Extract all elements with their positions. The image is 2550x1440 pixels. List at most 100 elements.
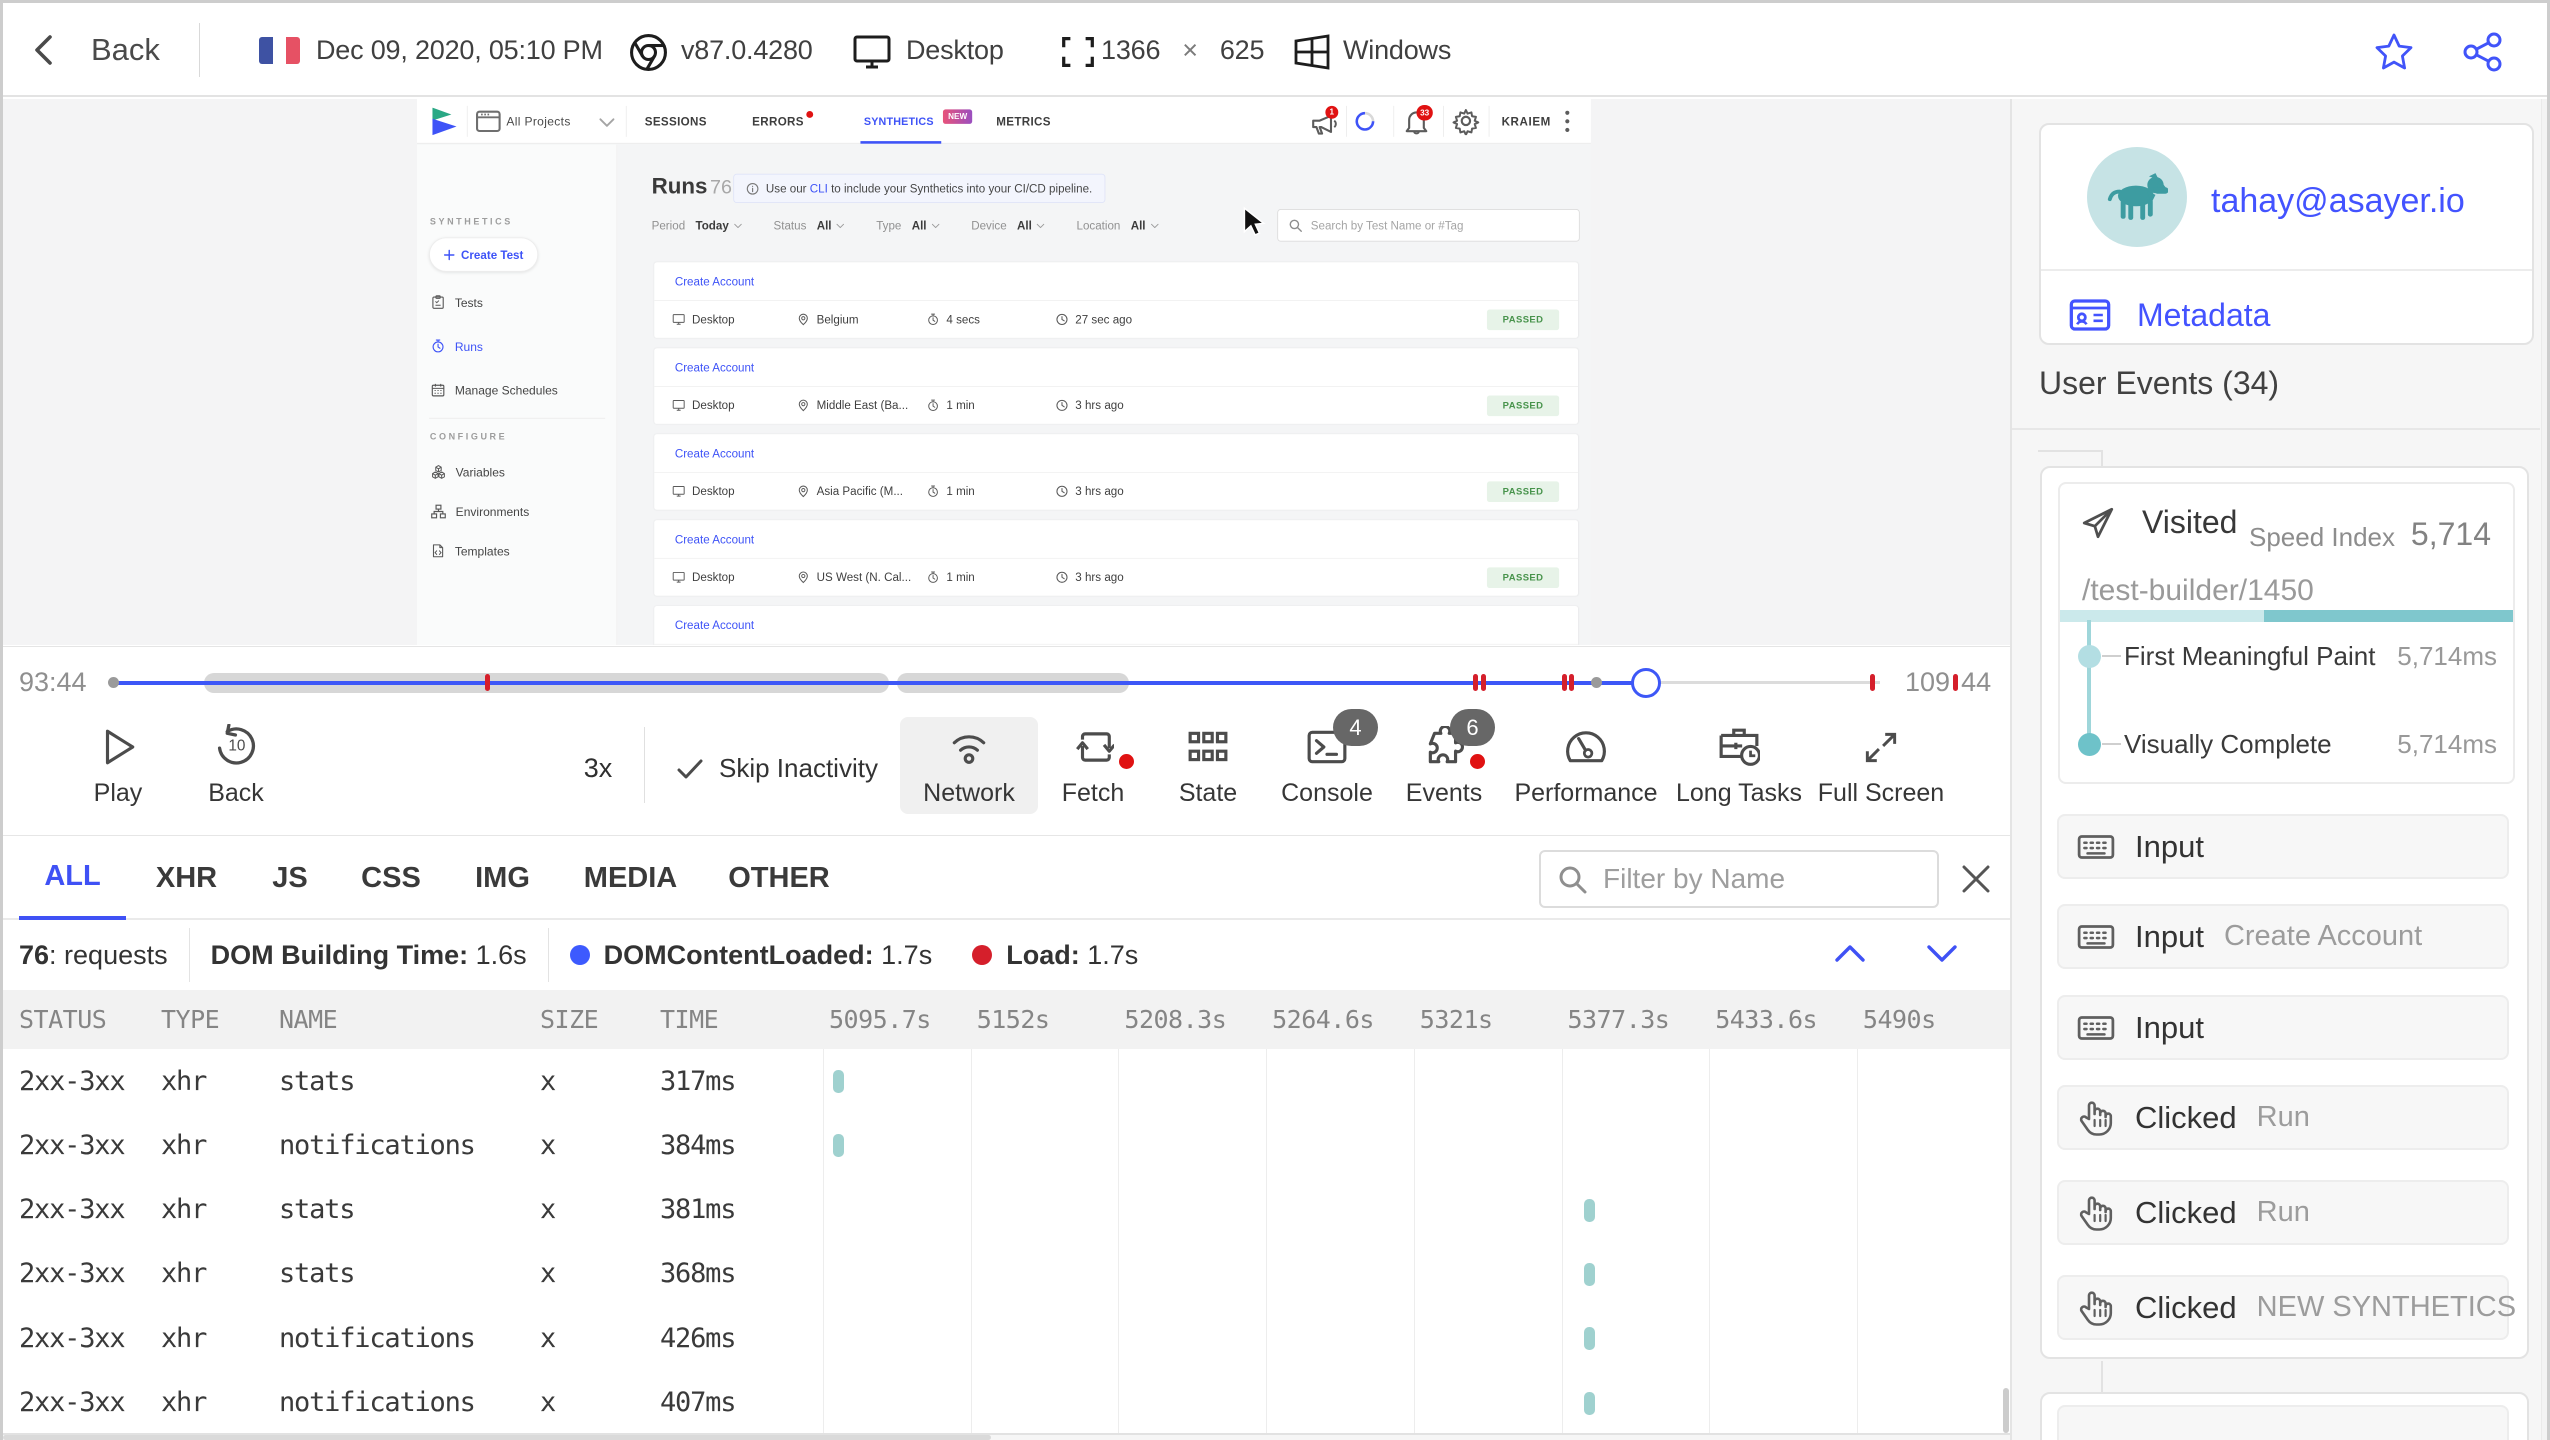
- project-selector[interactable]: All Projects: [506, 99, 570, 144]
- network-request-row[interactable]: 2xx-3xx xhr stats x 317ms: [3, 1049, 2010, 1113]
- run-card[interactable]: Create Account Desktop Belgium 4 secs 27 sec…: [654, 262, 1579, 338]
- settings-gear-icon[interactable]: [1452, 107, 1480, 136]
- network-request-row[interactable]: 2xx-3xx xhr notifications x 384ms: [3, 1113, 2010, 1177]
- network-tab-other[interactable]: OTHER: [728, 836, 830, 920]
- column-header-type[interactable]: TYPE: [161, 990, 220, 1049]
- panel-button-full-screen[interactable]: Full Screen: [1784, 721, 1978, 808]
- event-row-input[interactable]: Input: [2057, 814, 2509, 879]
- waterfall-bar[interactable]: [1584, 1262, 1596, 1286]
- waterfall-bar[interactable]: [832, 1134, 844, 1158]
- run-name-link[interactable]: Create Account: [675, 262, 754, 300]
- run-name-link[interactable]: Create Account: [675, 606, 754, 644]
- back-button[interactable]: Back: [27, 3, 160, 97]
- network-request-row[interactable]: 2xx-3xx xhr stats x 381ms: [3, 1178, 2010, 1242]
- filter-device[interactable]: Device All: [971, 219, 1045, 232]
- run-card[interactable]: Create Account Desktop US West (N. Cal... 1…: [654, 520, 1579, 596]
- run-card[interactable]: Create Account Desktop Asia Pacific (M... 1…: [654, 434, 1579, 510]
- filter-status[interactable]: Status All: [773, 219, 845, 232]
- network-request-row[interactable]: 2xx-3xx xhr stats x 368ms: [3, 1242, 2010, 1306]
- run-name-link[interactable]: Create Account: [675, 348, 754, 386]
- panel-button-events[interactable]: 6 Events: [1382, 709, 1506, 808]
- dom-building-time: DOM Building Time: 1.6s: [210, 939, 527, 970]
- timeline-track[interactable]: [107, 647, 1880, 719]
- back-label: Back: [91, 32, 160, 67]
- share-icon[interactable]: [2463, 32, 2503, 72]
- filter-type[interactable]: Type All: [876, 219, 940, 232]
- event-marker[interactable]: [1561, 674, 1567, 691]
- sidebar-item-tests[interactable]: Tests: [431, 295, 483, 310]
- run-name-link[interactable]: Create Account: [675, 434, 754, 472]
- sidebar-item-runs[interactable]: Runs: [431, 339, 483, 354]
- column-header-time[interactable]: TIME: [660, 990, 719, 1049]
- column-header-status[interactable]: STATUS: [19, 990, 107, 1049]
- network-filter-input[interactable]: Filter by Name: [1539, 850, 1939, 908]
- horizontal-scrollbar[interactable]: [3, 1435, 991, 1440]
- run-name-link[interactable]: Create Account: [675, 520, 754, 558]
- run-card[interactable]: Create AccountDesktop Canada (Central) 1 m…: [654, 606, 1579, 645]
- visited-event-card[interactable]: Visited Speed Index 5,714 /test-builder/…: [2058, 482, 2515, 784]
- sidebar-item-templates[interactable]: Templates: [431, 543, 510, 558]
- sidebar-item-environments[interactable]: Environments: [431, 504, 529, 519]
- events-group-card: Visited Speed Index 5,714 /test-builder/…: [2040, 466, 2529, 1359]
- user-menu[interactable]: KRAIEM: [1502, 99, 1551, 144]
- nav-errors[interactable]: ERRORS: [752, 99, 804, 144]
- panel-button-console[interactable]: 4 Console: [1258, 709, 1396, 808]
- nav-synthetics[interactable]: SYNTHETICS: [864, 99, 934, 144]
- network-request-row[interactable]: 2xx-3xx xhr notifications x 426ms: [3, 1306, 2010, 1370]
- timeline-handle[interactable]: [1631, 668, 1662, 698]
- vertical-scrollbar[interactable]: [2003, 1388, 2009, 1433]
- partial-event-row[interactable]: [2057, 1405, 2509, 1440]
- run-status-badge: PASSED: [1486, 395, 1560, 417]
- event-marker[interactable]: [1480, 674, 1486, 691]
- event-row-clicked[interactable]: Clicked NEW SYNTHETICS: [2057, 1275, 2516, 1340]
- waterfall-bar[interactable]: [832, 1070, 844, 1093]
- runs-search[interactable]: Search by Test Name or #Tag: [1277, 209, 1580, 242]
- column-header-name[interactable]: NAME: [279, 990, 338, 1049]
- event-row-input[interactable]: Input: [2057, 995, 2509, 1060]
- event-marker[interactable]: [1568, 674, 1574, 691]
- event-marker[interactable]: [1472, 674, 1478, 691]
- panel-button-network[interactable]: Network: [900, 717, 1038, 814]
- sidebar-item-schedules[interactable]: Manage Schedules: [431, 383, 558, 398]
- metadata-button[interactable]: Metadata: [2065, 285, 2270, 345]
- network-tab-xhr[interactable]: XHR: [149, 836, 224, 920]
- filter-placeholder: Filter by Name: [1603, 863, 1786, 894]
- panel-button-fetch[interactable]: Fetch: [1038, 721, 1148, 808]
- filter-location[interactable]: Location All: [1077, 219, 1160, 232]
- create-test-button[interactable]: Create Test: [429, 237, 539, 272]
- filter-period[interactable]: Period Today: [652, 219, 743, 232]
- event-row-clicked[interactable]: Clicked Run: [2057, 1180, 2509, 1245]
- collapse-up-icon[interactable]: [1832, 938, 1868, 969]
- nav-metrics[interactable]: METRICS: [996, 99, 1051, 144]
- panel-button-state[interactable]: State: [1153, 721, 1263, 808]
- cli-link[interactable]: CLI: [810, 182, 828, 195]
- nav-sessions[interactable]: SESSIONS: [645, 99, 707, 144]
- network-tab-media[interactable]: MEDIA: [584, 836, 677, 920]
- run-card[interactable]: Create Account Desktop Middle East (Ba... 1…: [654, 348, 1579, 424]
- event-marker[interactable]: [1870, 674, 1876, 691]
- expand-down-icon[interactable]: [1924, 938, 1960, 969]
- close-panel-icon[interactable]: [1959, 862, 1993, 896]
- more-menu-icon[interactable]: [1563, 109, 1571, 133]
- network-tab-js[interactable]: JS: [265, 836, 315, 920]
- back-10s-button[interactable]: Back: [195, 721, 277, 808]
- play-button[interactable]: Play: [79, 721, 157, 808]
- speed-button[interactable]: 3x: [573, 721, 623, 816]
- skip-inactivity-toggle[interactable]: Skip Inactivity: [675, 721, 878, 816]
- sidebar-item-variables[interactable]: Variables: [431, 464, 505, 479]
- network-tab-all[interactable]: ALL: [19, 836, 126, 920]
- network-request-row[interactable]: 2xx-3xx xhr notifications x 407ms: [3, 1371, 2010, 1435]
- favorite-star-icon[interactable]: [2374, 32, 2414, 72]
- event-marker[interactable]: [484, 674, 490, 691]
- network-tab-img[interactable]: IMG: [473, 836, 532, 920]
- waterfall-bar[interactable]: [1584, 1327, 1596, 1351]
- waterfall-bar[interactable]: [1584, 1198, 1596, 1222]
- network-tab-css[interactable]: CSS: [360, 836, 422, 920]
- event-row-clicked[interactable]: Clicked Run: [2057, 1085, 2509, 1150]
- speed-index-label: Speed Index: [2248, 522, 2395, 552]
- event-row-input[interactable]: Input Create Account: [2057, 904, 2509, 969]
- waterfall-bar[interactable]: [1584, 1391, 1596, 1415]
- user-email[interactable]: tahay@asayer.io: [2211, 182, 2465, 221]
- end-time: 109 44: [1905, 667, 1992, 697]
- column-header-size[interactable]: SIZE: [540, 990, 599, 1049]
